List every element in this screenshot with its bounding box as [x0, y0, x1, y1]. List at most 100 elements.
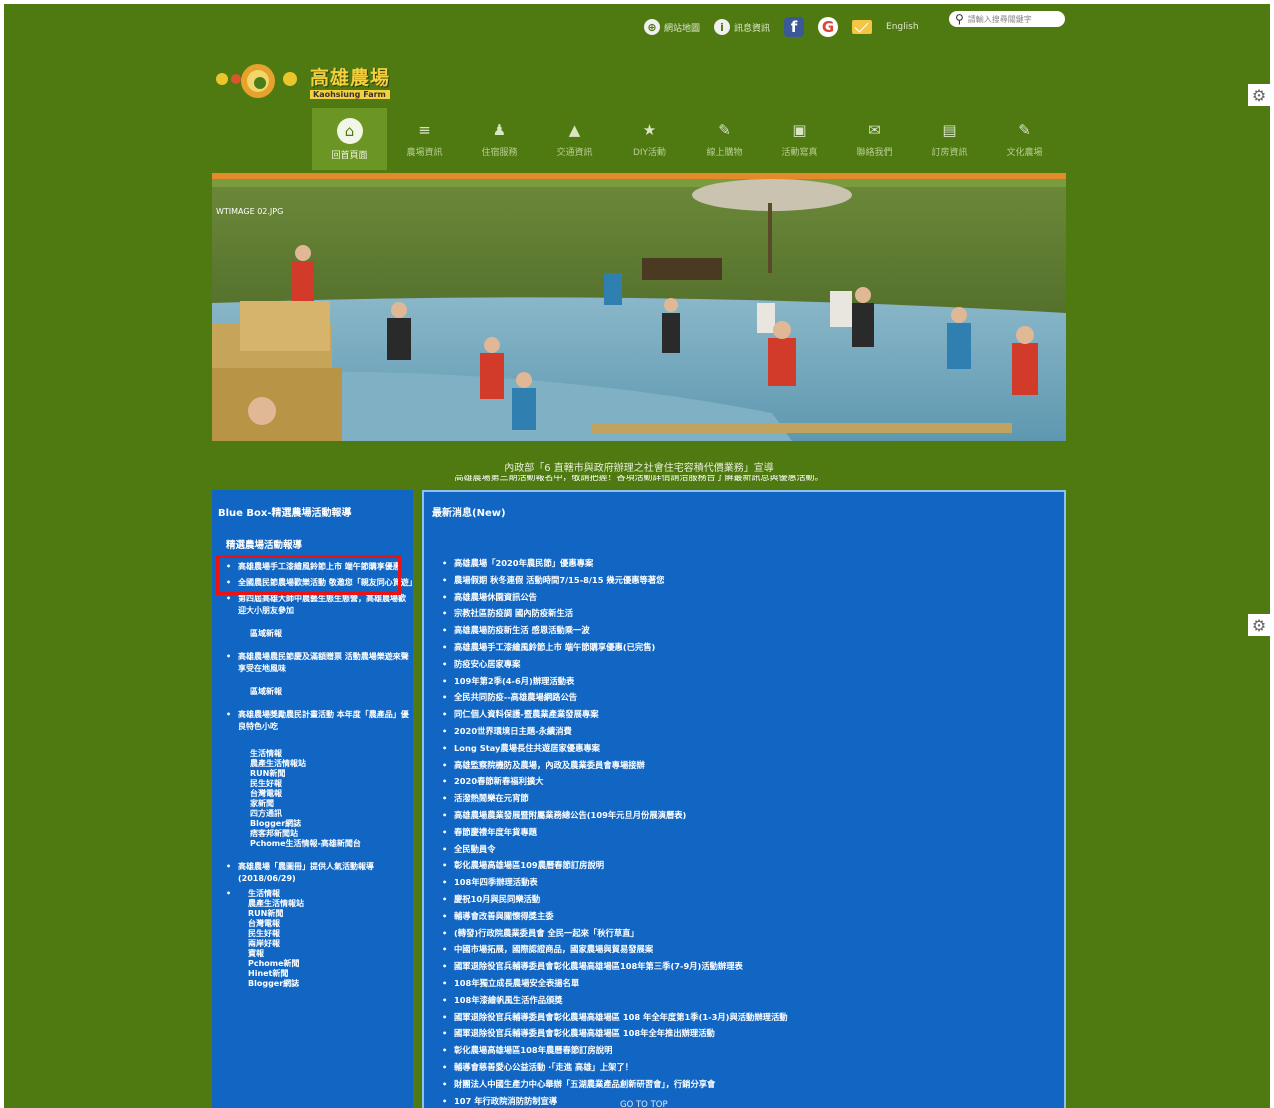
- news-item[interactable]: 財團法人中國生產力中心舉辦「五湖農業產品創新研習會」，行銷分享會: [442, 1076, 1064, 1093]
- news-item[interactable]: 全民動員令: [442, 841, 1064, 858]
- media-link[interactable]: 生活情報: [250, 749, 413, 759]
- news-item[interactable]: 同仁個人資料保護-暨農業產業發展專案: [442, 706, 1064, 723]
- nav-label: 農場資訊: [406, 147, 443, 158]
- nav-item-photos[interactable]: ▣ 活動寫真: [762, 108, 837, 170]
- news-item[interactable]: 彰化農場高雄場區109農曆春節訂房說明: [442, 857, 1064, 874]
- info-link[interactable]: i 訊息資訊: [714, 19, 770, 35]
- sidebar-media-list: 生活情報 農產生活情報站 RUN新聞 民生好報 台灣電報 家新聞 四方通訊 Bl…: [212, 749, 413, 849]
- news-item[interactable]: 國軍退除役官兵輔導委員會彰化農場高雄場區 108年全年推出辦理活動: [442, 1025, 1064, 1042]
- media-link[interactable]: 台灣電報: [250, 789, 413, 799]
- news-item[interactable]: 108年漆繪帆風生活作品頒獎: [442, 992, 1064, 1009]
- news-item[interactable]: 彰化農場高雄場區108年農曆春節訂房說明: [442, 1042, 1064, 1059]
- news-item[interactable]: 高雄農場手工漆繪風鈴節上市 端午節購享優惠(已完售): [442, 639, 1064, 656]
- news-item[interactable]: 高雄農場防疫新生活 感恩活動乘一波: [442, 622, 1064, 639]
- nav-item-culture[interactable]: ✎ 文化農場: [987, 108, 1062, 170]
- news-item[interactable]: 高雄農場農業發展暨附屬業務總公告(109年元旦月份展演曆表): [442, 807, 1064, 824]
- gear-icon[interactable]: ⚙: [1248, 84, 1270, 106]
- news-item[interactable]: 慶祝10月與民同樂活動: [442, 891, 1064, 908]
- media-link[interactable]: Blogger網誌: [248, 979, 413, 989]
- news-item[interactable]: 活潑熱鬧樂在元宵節: [442, 790, 1064, 807]
- sitemap-link[interactable]: ⊕ 網站地圖: [644, 19, 700, 35]
- news-item[interactable]: 輔導會慈善愛心公益活動 ·「走進 高雄」上架了！: [442, 1059, 1064, 1076]
- media-link[interactable]: RUN新聞: [248, 909, 413, 919]
- news-item[interactable]: 中國市場拓展，國際認證商品，國家農場與貿易發展案: [442, 941, 1064, 958]
- nav-item-traffic[interactable]: ▲ 交通資訊: [537, 108, 612, 170]
- nav-item-lodging[interactable]: ♟ 住宿服務: [462, 108, 537, 170]
- nav-item-shop[interactable]: ✎ 線上購物: [687, 108, 762, 170]
- news-item[interactable]: 高雄農場休園資訊公告: [442, 589, 1064, 606]
- nav-item-booking[interactable]: ▤ 訂房資訊: [912, 108, 987, 170]
- sidebar-item[interactable]: 第四屆高雄大師中農藝生態生態營，高雄農場歡迎大小朋友參加: [226, 593, 413, 617]
- nav-label: 訂房資訊: [931, 147, 968, 158]
- sidebar-region-news[interactable]: 區域新報: [212, 687, 413, 697]
- nav-label: 住宿服務: [481, 147, 518, 158]
- sitemap-icon: ⊕: [644, 19, 660, 35]
- marquee-text[interactable]: 內政部「6 直轄市與政府辦理之社會住宅容積代價業務」宣導: [212, 459, 1066, 474]
- utility-bar: ⊕ 網站地圖 i 訊息資訊 f G English: [644, 14, 919, 40]
- news-item[interactable]: 春節慶禮年度年貨專題: [442, 824, 1064, 841]
- news-item[interactable]: 宗教社區防疫調 國內防疫新生活: [442, 605, 1064, 622]
- sidebar-item[interactable]: 高雄農場獎勵農民計畫活動 本年度「農產品」優良特色小吃: [226, 709, 413, 733]
- search-placeholder: 請輸入搜尋關鍵字: [967, 14, 1032, 24]
- news-item[interactable]: 107 年行政院消防防制宣導: [442, 1093, 1064, 1108]
- site-logo[interactable]: 高雄農場 Kaohsiung Farm: [214, 59, 391, 103]
- media-link[interactable]: 痞客邦新聞站: [250, 829, 413, 839]
- news-item[interactable]: 輔導會改善與關懷得獎主委: [442, 908, 1064, 925]
- nav-label: 回首頁面: [331, 150, 368, 161]
- news-item[interactable]: 2020春節新春福利擴大: [442, 773, 1064, 790]
- news-item[interactable]: 108年四季辦理活動表: [442, 874, 1064, 891]
- media-link[interactable]: RUN新聞: [250, 769, 413, 779]
- mountain-icon: ▲: [568, 120, 581, 139]
- news-item[interactable]: 國軍退除役官兵輔導委員會彰化農場高雄場區108年第三季(7-9月)活動辦理表: [442, 958, 1064, 975]
- mail-icon[interactable]: [852, 20, 873, 34]
- sidebar-region-news[interactable]: 區域新報: [212, 629, 413, 639]
- news-item[interactable]: 防疫安心居家專案: [442, 656, 1064, 673]
- media-link[interactable]: 兩岸好報: [248, 939, 413, 949]
- sitemap-label: 網站地圖: [664, 23, 701, 34]
- main-nav: ⌂ 回首頁面 ≡ 農場資訊 ♟ 住宿服務 ▲ 交通資訊 ★ DIY活動 ✎ 線上…: [312, 108, 1062, 170]
- media-link[interactable]: 台灣電報: [248, 919, 413, 929]
- nav-label: 線上購物: [706, 147, 743, 158]
- english-link[interactable]: English: [886, 22, 919, 32]
- sidebar-title: Blue Box-精選農場活動報導: [218, 508, 352, 519]
- news-item[interactable]: 高雄監察院機防及農場，內政及農業委員會專場接辦: [442, 757, 1064, 774]
- news-item[interactable]: 農場假期 秋冬連假 活動時間7/15-8/15 幾元優惠等著您: [442, 572, 1064, 589]
- media-link[interactable]: Blogger網誌: [250, 819, 413, 829]
- media-link[interactable]: 生活情報: [248, 889, 413, 899]
- media-link[interactable]: 四方通訊: [250, 809, 413, 819]
- news-item[interactable]: 高雄農場「2020年農民節」優惠專案: [442, 555, 1064, 572]
- news-item[interactable]: 108年獨立成長農場安全表揚名單: [442, 975, 1064, 992]
- marquee-text-2[interactable]: 高雄農場第三期活動報名中，敬請把握！各項活動詳情請洽服務台了解最新訊息與優惠活動…: [212, 475, 1066, 481]
- media-link[interactable]: 家新聞: [250, 799, 413, 809]
- nav-item-diy[interactable]: ★ DIY活動: [612, 108, 687, 170]
- news-item[interactable]: 國軍退除役官兵輔導委員會彰化農場高雄場區 108 年全年度第1季(1-3月)與活…: [442, 1009, 1064, 1026]
- media-link[interactable]: Pchome生活情報-高雄新聞台: [250, 839, 413, 849]
- media-link[interactable]: 民生好報: [250, 779, 413, 789]
- news-item[interactable]: 全民共同防疫--高雄農場網路公告: [442, 689, 1064, 706]
- hero-banner[interactable]: WTIMAGE 02.JPG: [212, 173, 1066, 441]
- news-item[interactable]: 109年第2季(4-6月)辦理活動表: [442, 673, 1064, 690]
- facebook-icon[interactable]: f: [784, 17, 805, 37]
- nav-label: 交通資訊: [556, 147, 593, 158]
- media-link[interactable]: 農產生活情報站: [248, 899, 413, 909]
- pencil-icon: ✎: [1018, 120, 1031, 139]
- nav-item-contact[interactable]: ✉ 聯絡我們: [837, 108, 912, 170]
- sidebar-item[interactable]: 高雄農場「農圖冊」提供人氣活動報導 (2018/06/29): [226, 861, 413, 885]
- media-link[interactable]: Hinet新聞: [248, 969, 413, 979]
- sidebar-item[interactable]: 高雄農場農民節慶及滿額贈票 活動農場樂遊來聲享受在地風味: [226, 651, 413, 675]
- google-icon[interactable]: G: [818, 17, 839, 37]
- star-icon: ★: [642, 120, 657, 139]
- go-to-top-link[interactable]: GO TO TOP: [620, 1100, 668, 1108]
- news-item[interactable]: 2020世界環境日主題-永續消費: [442, 723, 1064, 740]
- news-item[interactable]: Long Stay農場長住共遊居家優惠專案: [442, 740, 1064, 757]
- media-link[interactable]: 寶報: [248, 949, 413, 959]
- news-item[interactable]: (轉發)行政院農業委員會 全民一起來「秋行草直」: [442, 925, 1064, 942]
- media-link[interactable]: Pchome新聞: [248, 959, 413, 969]
- search-input[interactable]: ⚲ 請輸入搜尋關鍵字: [949, 11, 1065, 27]
- media-link[interactable]: 農產生活情報站: [250, 759, 413, 769]
- nav-item-farm-info[interactable]: ≡ 農場資訊: [387, 108, 462, 170]
- nav-item-home[interactable]: ⌂ 回首頁面: [312, 108, 387, 170]
- image-icon: ▣: [792, 120, 807, 139]
- gear-icon[interactable]: ⚙: [1248, 614, 1270, 636]
- media-link[interactable]: 民生好報: [248, 929, 413, 939]
